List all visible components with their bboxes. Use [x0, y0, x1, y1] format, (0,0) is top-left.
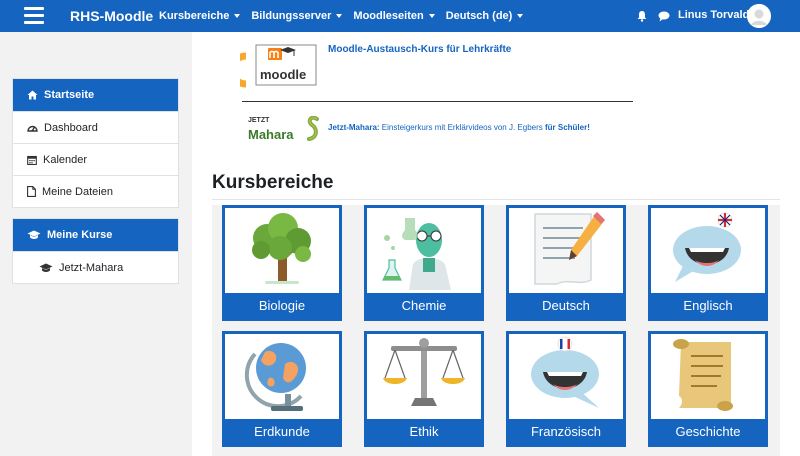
nav-menu-label: Kursbereiche — [159, 10, 230, 22]
caret-down-icon — [234, 14, 241, 18]
graduation-cap-icon — [39, 263, 53, 272]
tree-icon — [252, 213, 311, 284]
category-label: Ethik — [367, 419, 481, 444]
calendar-icon — [27, 155, 37, 165]
globe-icon — [244, 343, 306, 411]
category-label: Chemie — [367, 293, 481, 318]
scientist-icon — [382, 218, 451, 290]
category-tile-chemie[interactable]: Chemie — [364, 205, 484, 321]
messages-icon[interactable] — [658, 11, 670, 22]
category-tile-ethik[interactable]: Ethik — [364, 331, 484, 447]
speech-bubble-uk-icon — [673, 212, 741, 282]
sidebar-item-kalender[interactable]: Kalender — [13, 143, 178, 175]
site-navigation-block: Startseite Dashboard Kalender Meine Date… — [12, 78, 179, 208]
nav-menu-language[interactable]: Deutsch (de) — [446, 10, 524, 22]
nav-menu-label: Bildungsserver — [251, 10, 332, 22]
sidebar-item-jetzt-mahara[interactable]: Jetzt-Mahara — [13, 251, 178, 283]
scroll-icon — [673, 339, 733, 411]
category-tile-englisch[interactable]: Englisch — [648, 205, 768, 321]
category-label: Biologie — [225, 293, 339, 318]
caret-down-icon — [517, 14, 524, 18]
moodle-course-promo: moodle Moodle-Austausch-Kurs für Lehrkrä… — [240, 44, 640, 92]
sidebar-item-startseite[interactable]: Startseite — [13, 79, 178, 111]
mahara-course-audience: für Schüler! — [544, 123, 590, 132]
category-tile-biologie[interactable]: Biologie — [222, 205, 342, 321]
nav-menu-label: Deutsch (de) — [445, 10, 513, 22]
home-icon — [27, 90, 38, 100]
site-brand[interactable]: RHS-Moodle — [70, 8, 153, 24]
course-categories-grid: Biologie Chemie Deutsch Englisch Erdkund… — [212, 205, 780, 456]
file-icon — [27, 186, 36, 197]
category-tile-geschichte[interactable]: Geschichte — [648, 331, 768, 447]
category-label: Geschichte — [651, 419, 765, 444]
nav-menu-label: Moodleseiten — [353, 10, 424, 22]
caret-down-icon — [428, 14, 435, 18]
caret-down-icon — [336, 14, 343, 18]
sidebar-item-label: Startseite — [44, 89, 95, 101]
paper-pencil-icon — [534, 212, 605, 285]
category-tile-deutsch[interactable]: Deutsch — [506, 205, 626, 321]
speech-bubble-france-icon — [531, 336, 599, 408]
section-divider — [212, 199, 780, 200]
category-label: Erdkunde — [225, 419, 339, 444]
section-title: Kursbereiche — [212, 172, 334, 193]
sidebar-item-meine-dateien[interactable]: Meine Dateien — [13, 175, 178, 207]
category-label: Französisch — [509, 419, 623, 444]
mahara-s-logo-icon — [307, 116, 319, 141]
sidebar-item-label: Jetzt-Mahara — [59, 261, 124, 274]
scales-icon — [383, 338, 465, 406]
moodle-course-link[interactable]: Moodle-Austausch-Kurs für Lehrkräfte — [328, 44, 511, 55]
sidebar-item-meine-kurse[interactable]: Meine Kurse — [13, 219, 178, 251]
category-label: Englisch — [651, 293, 765, 318]
category-tile-erdkunde[interactable]: Erdkunde — [222, 331, 342, 447]
top-navbar: RHS-Moodle Kursbereiche Bildungsserver M… — [0, 0, 800, 32]
my-courses-block: Meine Kurse Jetzt-Mahara — [12, 218, 179, 284]
nav-menu-bildungsserver[interactable]: Bildungsserver — [251, 10, 343, 22]
nav-drawer: Startseite Dashboard Kalender Meine Date… — [0, 32, 192, 456]
moodle-logo-text: moodle — [260, 67, 307, 82]
dashboard-icon — [27, 125, 38, 132]
sidebar-item-label: Meine Kurse — [47, 229, 113, 241]
user-name[interactable]: Linus Torvalds — [678, 9, 755, 21]
category-tile-franzoesisch[interactable]: Französisch — [506, 331, 626, 447]
mahara-course-description: Einsteigerkurs mit Erklärvideos von J. E… — [379, 123, 545, 132]
divider — [242, 101, 633, 102]
sidebar-item-label: Kalender — [43, 153, 88, 166]
user-avatar[interactable] — [747, 4, 771, 28]
sidebar-item-label: Meine Dateien — [42, 185, 113, 198]
mahara-course-text[interactable]: Jetzt-Mahara: Einsteigerkurs mit Erklärv… — [328, 123, 590, 132]
primary-navigation: Kursbereiche Bildungsserver Moodleseiten… — [159, 10, 534, 22]
mahara-logo-word[interactable]: Mahara — [248, 127, 294, 142]
category-label: Deutsch — [509, 293, 623, 318]
nav-menu-kursbereiche[interactable]: Kursbereiche — [159, 10, 241, 22]
mahara-course-promo: JETZT Mahara Jetzt-Mahara: Einsteigerkur… — [240, 114, 660, 146]
nav-menu-moodleseiten[interactable]: Moodleseiten — [353, 10, 435, 22]
sidebar-item-dashboard[interactable]: Dashboard — [13, 111, 178, 143]
main-content: moodle Moodle-Austausch-Kurs für Lehrkrä… — [192, 32, 800, 456]
mahara-logo-small-text: JETZT — [248, 117, 270, 124]
notification-bell-icon[interactable] — [636, 10, 648, 22]
graduation-cap-icon — [27, 230, 41, 239]
menu-toggle-icon[interactable] — [24, 7, 44, 24]
mahara-course-link[interactable]: Jetzt-Mahara: — [328, 123, 380, 132]
sidebar-item-label: Dashboard — [44, 121, 98, 134]
